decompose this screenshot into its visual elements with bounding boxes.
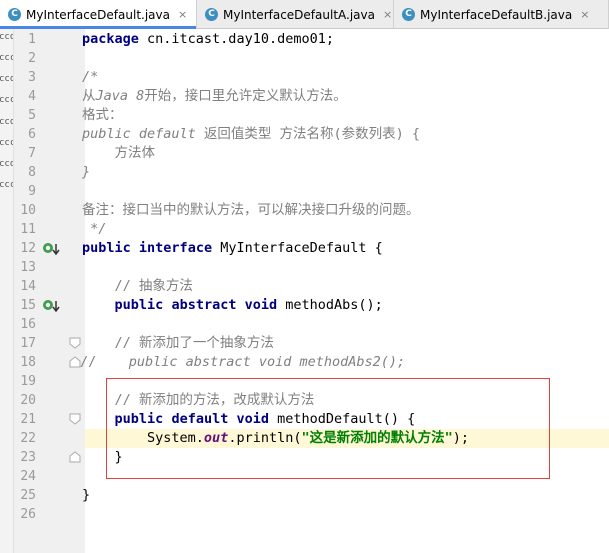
fold-end-icon[interactable] xyxy=(69,451,81,463)
class-icon: C xyxy=(205,8,218,21)
code-line: // 新添加的方法，改成默认方法 xyxy=(82,392,315,408)
line-number: 20 xyxy=(20,393,36,408)
line-number: 18 xyxy=(20,355,36,370)
tab-label: MyInterfaceDefault.java xyxy=(26,7,170,22)
line-number: 8 xyxy=(28,165,36,180)
code-line: 备注：接口当中的默认方法，可以解决接口升级的问题。 xyxy=(82,202,420,218)
code-line: /* xyxy=(82,69,99,85)
project-item[interactable]: ccc xyxy=(0,180,13,192)
project-item[interactable]: ccc xyxy=(0,95,13,107)
code-editor[interactable]: package cn.itcast.day10.demo01; /* 从Java… xyxy=(80,29,609,553)
line-number: 2 xyxy=(28,51,36,66)
class-icon: C xyxy=(8,8,21,21)
project-item[interactable]: cco xyxy=(0,159,13,171)
project-panel-edge: cco ccc cco ccc cco ccc cco ccc xyxy=(0,29,14,553)
line-number: 19 xyxy=(20,374,36,389)
line-number: 11 xyxy=(20,222,36,237)
project-item[interactable]: cco xyxy=(0,117,13,129)
code-line: } xyxy=(82,449,123,465)
line-number: 25 xyxy=(20,488,36,503)
code-line: // 新添加了一个抽象方法 xyxy=(82,335,274,351)
code-line: 格式： xyxy=(82,107,123,123)
project-item[interactable]: ccc xyxy=(0,138,13,150)
code-line: package cn.itcast.day10.demo01; xyxy=(82,31,334,47)
tab-myinterfacedefaultb[interactable]: C MyInterfaceDefaultB.java × xyxy=(394,0,609,29)
line-number: 13 xyxy=(20,260,36,275)
tab-myinterfacedefault[interactable]: C MyInterfaceDefault.java × xyxy=(0,0,197,29)
project-item[interactable]: ccc xyxy=(0,53,13,65)
code-line: // public abstract void methodAbs2(); xyxy=(80,354,406,370)
project-item[interactable]: cco xyxy=(0,32,13,44)
line-number: 17 xyxy=(20,336,36,351)
line-number: 4 xyxy=(28,89,36,104)
fold-start-icon[interactable] xyxy=(69,337,81,349)
implemented-interface-icon[interactable] xyxy=(42,242,62,256)
editor-tab-bar: C MyInterfaceDefault.java × C MyInterfac… xyxy=(0,0,609,29)
code-line: 从Java 8开始，接口里允许定义默认方法。 xyxy=(82,88,347,104)
code-line: public default 返回值类型 方法名称(参数列表) { xyxy=(82,126,421,142)
code-line: 方法体 xyxy=(82,145,156,161)
line-number: 16 xyxy=(20,317,36,332)
fold-start-icon[interactable] xyxy=(69,413,81,425)
line-number: 23 xyxy=(20,450,36,465)
line-number-gutter: 1 2 3 4 5 6 7 8 9 10 11 12 13 14 15 16 1… xyxy=(14,29,101,553)
project-item[interactable]: cco xyxy=(0,74,13,86)
line-number: 7 xyxy=(28,146,36,161)
code-line: } xyxy=(82,487,91,503)
implemented-method-icon[interactable] xyxy=(42,299,62,313)
line-number: 26 xyxy=(20,507,36,522)
line-number: 12 xyxy=(20,241,36,256)
tab-label: MyInterfaceDefaultA.java xyxy=(223,7,375,22)
code-line: System.out.println("这是新添加的默认方法"); xyxy=(82,430,469,446)
code-line: } xyxy=(82,164,91,180)
code-line: */ xyxy=(82,221,107,237)
class-icon: C xyxy=(402,8,415,21)
line-number: 21 xyxy=(20,412,36,427)
line-number: 3 xyxy=(28,70,36,85)
line-number: 14 xyxy=(20,279,36,294)
close-icon[interactable]: × xyxy=(178,8,187,21)
code-line: public default void methodDefault() { xyxy=(114,411,416,427)
tab-myinterfacedefaulta[interactable]: C MyInterfaceDefaultA.java × xyxy=(197,0,394,29)
code-line: // 抽象方法 xyxy=(82,278,193,294)
code-line: public interface MyInterfaceDefault { xyxy=(82,240,383,256)
line-number: 9 xyxy=(28,184,36,199)
close-icon[interactable]: × xyxy=(383,8,392,21)
line-number: 10 xyxy=(20,203,36,218)
line-number: 1 xyxy=(28,32,36,47)
line-number: 24 xyxy=(20,469,36,484)
line-number: 22 xyxy=(20,431,36,446)
line-number: 6 xyxy=(28,127,36,142)
close-icon[interactable]: × xyxy=(580,8,589,21)
line-number: 5 xyxy=(28,108,36,123)
code-line: public abstract void methodAbs(); xyxy=(114,297,383,313)
line-number: 15 xyxy=(20,298,36,313)
tab-label: MyInterfaceDefaultB.java xyxy=(420,7,573,22)
